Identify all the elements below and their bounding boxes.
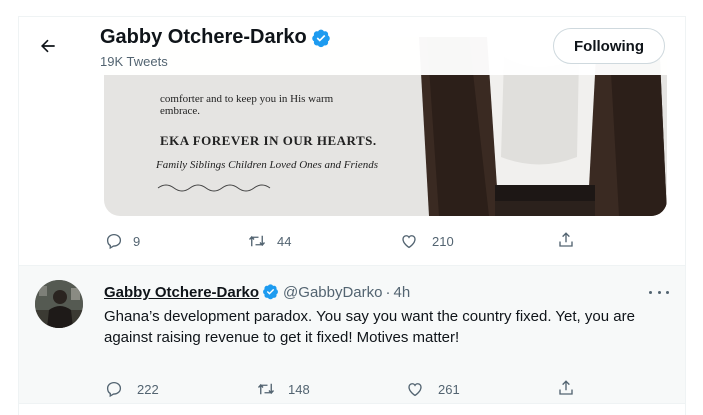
retweet-button[interactable]: 44 <box>247 232 291 250</box>
share-icon <box>559 380 573 395</box>
retweet-icon <box>257 383 275 395</box>
more-options-button[interactable] <box>649 285 669 299</box>
share-button[interactable] <box>557 379 575 397</box>
more-dot-icon <box>649 290 652 294</box>
reply-icon <box>106 233 122 250</box>
retweet-icon <box>248 235 266 247</box>
arrow-left-icon <box>41 39 55 53</box>
avatar[interactable] <box>35 280 83 328</box>
tweet-item[interactable]: Gabby Otchere-Darko @GabbyDarko · 4h Ghana… <box>19 266 685 403</box>
separator-dot: · <box>385 284 391 301</box>
reply-count: 9 <box>133 233 141 249</box>
tweet-count: 19K Tweets <box>100 54 168 69</box>
tweet-timestamp[interactable]: 4h <box>393 284 410 301</box>
retweet-count: 44 <box>277 233 292 249</box>
retweet-count: 148 <box>288 381 310 397</box>
heart-icon <box>408 383 422 397</box>
verified-badge-icon <box>311 29 330 47</box>
like-button[interactable]: 261 <box>406 380 460 398</box>
author-name[interactable]: Gabby Otchere-Darko <box>104 284 259 301</box>
retweet-button[interactable]: 148 <box>256 380 310 398</box>
author-handle[interactable]: @GabbyDarko <box>283 284 382 301</box>
like-count: 261 <box>438 381 460 397</box>
timeline-frame: comforter and to keep you in His warm em… <box>18 16 686 415</box>
header-name-text: Gabby Otchere-Darko <box>100 26 307 48</box>
heart-icon <box>402 235 416 249</box>
more-dot-icon <box>666 290 669 294</box>
back-button[interactable] <box>35 33 61 59</box>
media-text-line: comforter and to keep you in His warm <box>160 93 334 105</box>
reply-button[interactable]: 222 <box>105 380 159 398</box>
reply-icon <box>106 381 122 398</box>
more-dot-icon <box>657 290 661 294</box>
page-title: Gabby Otchere-Darko <box>100 26 331 49</box>
flourish-ornament <box>157 184 271 192</box>
like-button[interactable]: 210 <box>400 232 454 250</box>
following-button[interactable]: Following <box>553 28 665 64</box>
reply-button[interactable]: 9 <box>105 232 140 250</box>
share-icon <box>559 232 573 247</box>
media-text-line: embrace. <box>160 105 200 117</box>
media-text-signature: Family Siblings Children Loved Ones and … <box>156 159 379 171</box>
share-button[interactable] <box>557 231 575 249</box>
profile-header: Gabby Otchere-Darko 19K Tweets Following <box>19 17 685 75</box>
tweet-divider <box>19 403 685 404</box>
media-text-heading: EKA FOREVER IN OUR HEARTS. <box>160 133 377 148</box>
tweet-text: Ghana’s development paradox. You say you… <box>104 308 635 346</box>
reply-count: 222 <box>137 381 159 397</box>
tweet-header: Gabby Otchere-Darko @GabbyDarko · 4h <box>104 283 410 301</box>
avatar-photo <box>35 280 83 328</box>
like-count: 210 <box>432 233 454 249</box>
verified-badge-icon <box>263 284 278 300</box>
